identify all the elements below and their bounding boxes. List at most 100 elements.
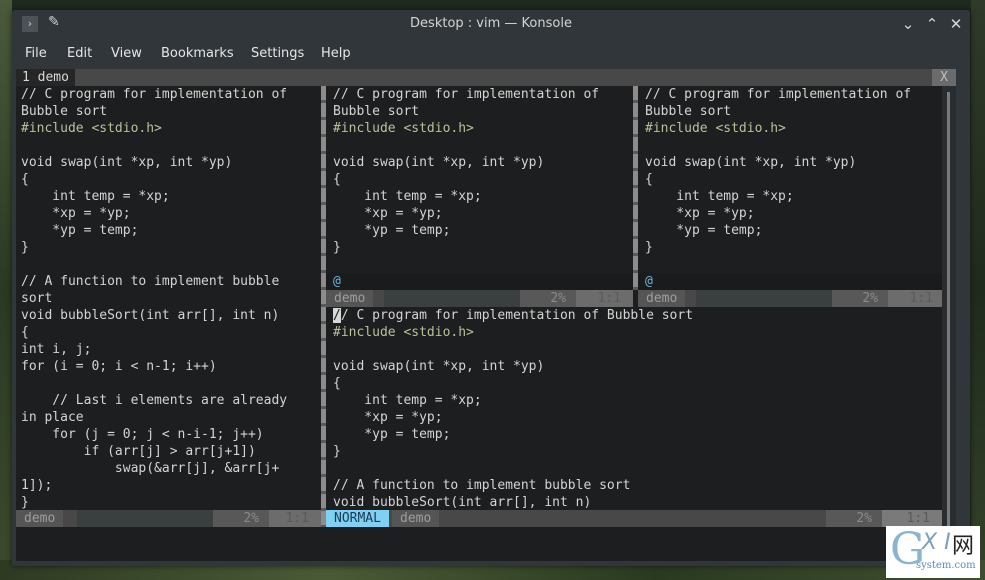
code-line: } [333, 444, 341, 459]
code-line: void swap(int *xp, int *yp) [645, 155, 857, 170]
code-line: *yp = temp; [21, 223, 139, 238]
top-right-code: // C program for implementation of Bubbl… [645, 86, 945, 256]
code-line: *yp = temp; [333, 427, 451, 442]
left-pane-statusline: demo 2% 1:1 [16, 510, 321, 527]
desktop-wallpaper-left [0, 0, 12, 580]
text-cursor: / [333, 308, 341, 323]
filler-at: @ [645, 274, 653, 289]
menu-settings[interactable]: Settings [251, 46, 304, 61]
top-right-statusline: demo 2% 1:1 [638, 290, 945, 307]
code-line: { [333, 376, 341, 391]
status-filename: demo [392, 510, 440, 527]
menu-help[interactable]: Help [321, 46, 351, 61]
code-line: #include <stdio.h> [645, 121, 786, 136]
code-line: int i, j; [21, 342, 92, 357]
vim-tabline: 1 demo X [16, 69, 956, 86]
status-filename: demo [638, 290, 686, 307]
code-line: Bubble sort [21, 104, 108, 119]
konsole-window: › ✎ Desktop : vim — Konsole ⌄ ⌃ ✕ File E… [12, 10, 970, 566]
code-line: // C program for implementation of [645, 87, 912, 102]
code-line: if (arr[j] > arr[j+1]) [21, 444, 256, 459]
top-middle-code: // C program for implementation of Bubbl… [333, 86, 633, 256]
code-line: in place [21, 410, 84, 425]
code-line: #include <stdio.h> [333, 121, 474, 136]
left-pane[interactable]: // C program for implementation of Bubbl… [21, 86, 321, 510]
code-line: *xp = *yp; [21, 206, 131, 221]
tab-close-button[interactable]: X [932, 69, 956, 86]
status-percent: 2% [520, 290, 576, 307]
scrollbar-thumb[interactable] [947, 92, 950, 538]
maximize-button[interactable]: ⌃ [922, 14, 942, 34]
top-right-pane[interactable]: // C program for implementation of Bubbl… [645, 86, 945, 273]
code-line: *xp = *yp; [333, 410, 443, 425]
status-filler [384, 290, 520, 307]
menu-bookmarks[interactable]: Bookmarks [161, 46, 234, 61]
status-percent: 2% [213, 510, 269, 527]
code-line: #include <stdio.h> [21, 121, 162, 136]
top-middle-pane[interactable]: // C program for implementation of Bubbl… [333, 86, 633, 273]
tab-number: 1 [22, 70, 30, 85]
bottom-first-line: // C program for implementation of Bubbl… [333, 308, 694, 323]
code-line: } [21, 495, 29, 510]
bottom-pane[interactable]: // C program for implementation of Bubbl… [333, 307, 943, 510]
mode-indicator: NORMAL [326, 510, 389, 527]
scrollbar[interactable] [942, 86, 956, 544]
code-line: int temp = *xp; [21, 189, 170, 204]
left-pane-code: // C program for implementation of Bubbl… [21, 86, 321, 510]
minimize-button[interactable]: ⌄ [898, 14, 918, 34]
code-line: // C program for implementation of [21, 87, 288, 102]
code-line: // Last i elements are already [21, 393, 288, 408]
code-line: void swap(int *xp, int *yp) [21, 155, 233, 170]
vertical-split-right[interactable] [633, 86, 638, 290]
window-title: Desktop : vim — Konsole [410, 16, 572, 31]
code-line: { [645, 172, 653, 187]
terminal-area[interactable]: 1 demo X // C program for implementation… [16, 69, 956, 561]
code-line: // A function to implement bubble [21, 274, 280, 289]
menu-edit[interactable]: Edit [67, 46, 92, 61]
code-line: // C program for implementation of [333, 87, 600, 102]
code-line: { [21, 325, 29, 340]
menu-file[interactable]: File [25, 46, 47, 61]
code-line: int temp = *xp; [333, 189, 482, 204]
vim-tab[interactable]: 1 demo [16, 69, 75, 86]
code-line: } [645, 240, 653, 255]
code-line: #include <stdio.h> [333, 325, 474, 340]
code-line: Bubble sort [333, 104, 420, 119]
code-line: } [21, 240, 29, 255]
menu-bar: File Edit View Bookmarks Settings Help [12, 42, 970, 66]
code-line: 1]); [21, 478, 53, 493]
code-line: { [333, 172, 341, 187]
status-position: 1:1 [576, 290, 633, 307]
code-line: void bubbleSort(int arr[], int n) [333, 495, 592, 510]
watermark-logo: G X I 网 system.com [886, 524, 980, 578]
status-position: 1:1 [888, 290, 945, 307]
code-line: swap(&arr[j], &arr[j+ [21, 461, 280, 476]
tab-name: demo [37, 70, 69, 85]
filler-at: @ [333, 274, 341, 289]
code-line: } [333, 240, 341, 255]
code-line: void swap(int *xp, int *yp) [333, 155, 545, 170]
code-line: *xp = *yp; [645, 206, 755, 221]
status-filler [696, 290, 832, 307]
bottom-pane-statusline: NORMAL demo 2% 1:1 [326, 510, 942, 527]
status-position: 1:1 [269, 510, 321, 527]
code-line: *xp = *yp; [333, 206, 443, 221]
code-line: // A function to implement bubble sort [333, 478, 631, 493]
code-line: int temp = *xp; [333, 393, 482, 408]
title-bar[interactable]: › ✎ Desktop : vim — Konsole ⌄ ⌃ ✕ [12, 10, 970, 40]
code-line: *yp = temp; [333, 223, 451, 238]
code-line: void bubbleSort(int arr[], int n) [21, 308, 280, 323]
code-line: { [21, 172, 29, 187]
code-line: void swap(int *xp, int *yp) [333, 359, 545, 374]
top-right-filler-line: @ [638, 273, 942, 290]
menu-view[interactable]: View [111, 46, 142, 61]
close-button[interactable]: ✕ [946, 14, 966, 34]
desktop-wallpaper-right [971, 0, 985, 580]
status-percent: 2% [826, 510, 882, 527]
status-filename: demo [326, 290, 374, 307]
code-line: sort [21, 291, 53, 306]
status-filename: demo [16, 510, 64, 527]
code-line: Bubble sort [645, 104, 732, 119]
code-line: for (j = 0; j < n-i-1; j++) [21, 427, 264, 442]
status-filler [77, 510, 213, 527]
